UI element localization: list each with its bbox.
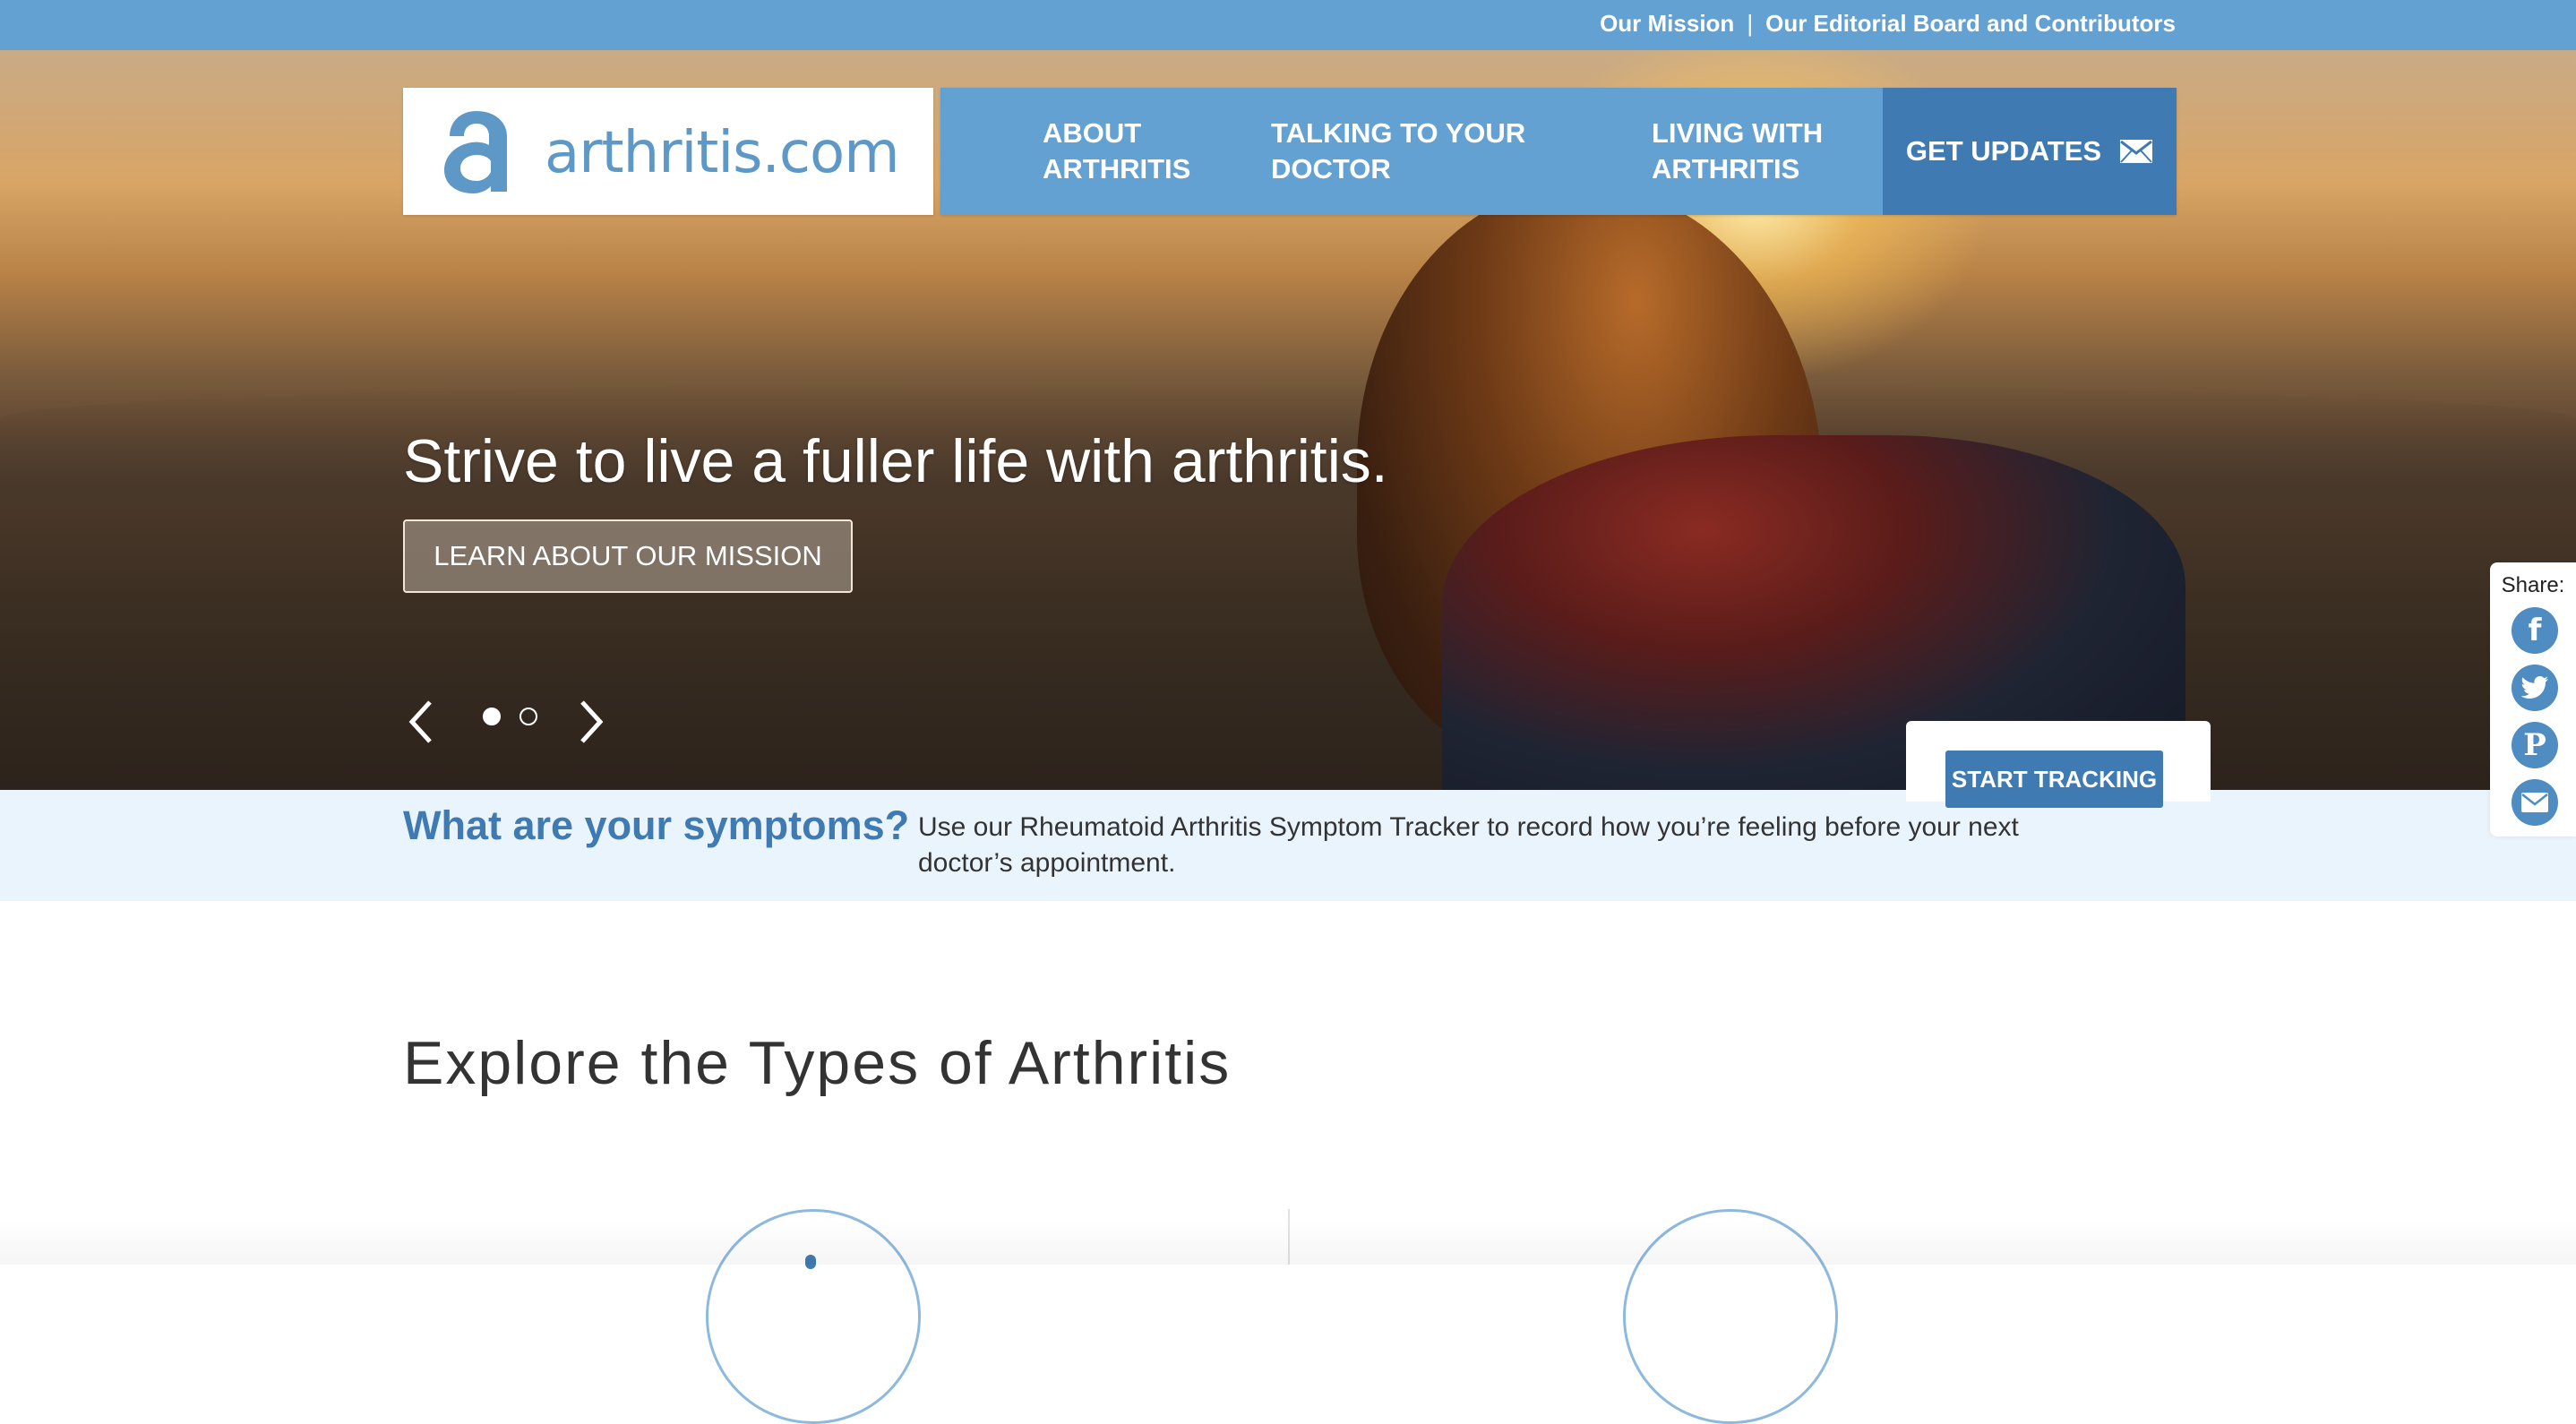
- symptom-tracker-banner: What are your symptoms? Use our Rheumato…: [0, 790, 2576, 901]
- link-separator: |: [1747, 9, 1754, 37]
- explore-heading: Explore the Types of Arthritis: [403, 1029, 1232, 1098]
- carousel-dot-2[interactable]: [519, 708, 537, 725]
- start-tracking-button[interactable]: START TRACKING: [1945, 751, 2163, 808]
- type-icon-1: [805, 1255, 816, 1269]
- share-label: Share:: [2501, 573, 2565, 597]
- get-updates-button[interactable]: GET UPDATES: [1883, 88, 2177, 215]
- arthritis-logo-icon: [444, 111, 507, 193]
- email-icon[interactable]: [2512, 779, 2558, 826]
- our-mission-link[interactable]: Our Mission: [1600, 10, 1734, 38]
- nav-living-with-arthritis[interactable]: LIVING WITH ARTHRITIS: [1652, 88, 1885, 215]
- pinterest-icon[interactable]: P: [2512, 722, 2558, 768]
- main-nav: ABOUT ARTHRITIS TALKING TO YOUR DOCTOR L…: [940, 88, 2177, 215]
- nav-about-arthritis[interactable]: ABOUT ARTHRITIS: [1043, 88, 1222, 215]
- logo-wordmark: arthritis.com: [545, 120, 900, 186]
- learn-mission-button[interactable]: LEARN ABOUT OUR MISSION: [403, 519, 853, 593]
- site-logo[interactable]: arthritis.com: [403, 88, 933, 215]
- chevron-left-icon[interactable]: [403, 695, 439, 749]
- nav-talking-to-doctor[interactable]: TALKING TO YOUR DOCTOR: [1271, 88, 1558, 215]
- editorial-board-link[interactable]: Our Editorial Board and Contributors: [1765, 10, 2176, 38]
- utility-links: Our Mission | Our Editorial Board and Co…: [1600, 0, 2176, 47]
- symptoms-heading: What are your symptoms?: [403, 802, 910, 848]
- get-updates-label: GET UPDATES: [1905, 135, 2102, 167]
- symptoms-description: Use our Rheumatoid Arthritis Symptom Tra…: [918, 812, 2019, 878]
- twitter-icon[interactable]: [2512, 665, 2558, 711]
- arthritis-type-card-1[interactable]: [706, 1209, 921, 1424]
- carousel-dot-1[interactable]: [483, 708, 501, 725]
- envelope-icon: [2120, 140, 2153, 163]
- share-sidebar: Share: f P: [2490, 562, 2576, 836]
- top-utility-bar: Our Mission | Our Editorial Board and Co…: [0, 0, 2576, 50]
- hero-headline: Strive to live a fuller life with arthri…: [403, 427, 1388, 495]
- arthritis-type-card-2[interactable]: [1623, 1209, 1838, 1424]
- facebook-icon[interactable]: f: [2512, 607, 2558, 654]
- column-divider: [1288, 1209, 1290, 1265]
- chevron-right-icon[interactable]: [573, 695, 609, 749]
